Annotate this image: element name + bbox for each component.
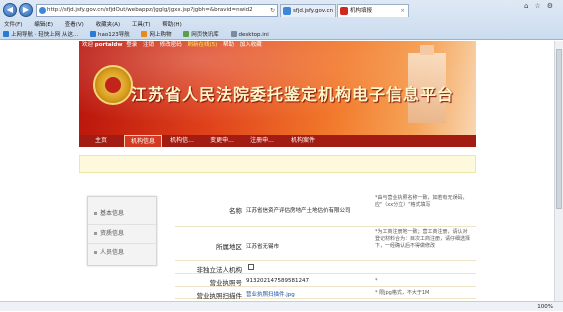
help-link[interactable]: 帮助 <box>223 42 234 48</box>
nav-org-cases[interactable]: 机构案件 <box>284 135 322 147</box>
sidebar-item-label: 人员信息 <box>100 249 125 256</box>
region-value[interactable]: 江苏省无锡市 <box>246 242 279 250</box>
page-icon <box>183 31 190 37</box>
menu-tools[interactable]: 工具(T) <box>132 22 151 28</box>
form-row-name: 名称 江苏省信资产评估房地产土地估价有限公司 *由与营业执照名称一致，如若有无误… <box>175 187 476 227</box>
refresh-online-link[interactable]: 刷新在线(5) <box>187 42 217 48</box>
nav-change-request[interactable]: 变更申... <box>204 135 240 147</box>
menu-view[interactable]: 查看(V) <box>65 22 84 28</box>
nav-home[interactable]: 主页 <box>85 135 117 147</box>
form-row-non-independent: 非独立法人机构 <box>175 261 476 274</box>
non-independent-checkbox[interactable] <box>248 264 254 270</box>
field-hint: *由与营业执照名称一致，如若有无误码，应"（xx分立）"格式填写 <box>375 195 468 208</box>
back-icon[interactable]: ◀ <box>3 3 17 17</box>
name-value[interactable]: 江苏省信资产评估房地产土地估价有限公司 <box>246 206 351 214</box>
status-bar: 100% <box>0 301 563 311</box>
close-tab-icon[interactable]: × <box>400 5 405 17</box>
favorite-item[interactable]: 网页快讯库 <box>183 30 219 40</box>
bullet-icon <box>94 251 97 254</box>
address-url: http://sfjd.jsfy.gov.cn/sfjdOut/webappz/… <box>47 7 253 13</box>
browser-tab-2[interactable]: 机构填报 × <box>337 4 409 17</box>
browser-toolbar: ◀ ▶ http://sfjd.jsfy.gov.cn/sfjdOut/weba… <box>0 0 563 21</box>
basic-info-form: 名称 江苏省信资产评估房地产土地估价有限公司 *由与营业执照名称一致，如若有无误… <box>175 187 476 301</box>
change-password-link[interactable]: 修改密码 <box>160 42 182 48</box>
logout-link[interactable]: 登录 <box>126 42 137 48</box>
field-label: 营业执照扫描件 <box>196 292 243 300</box>
ie-icon <box>39 7 46 14</box>
refresh-icon[interactable]: ↻ <box>270 5 275 16</box>
scrollbar-thumb[interactable] <box>556 49 562 209</box>
form-row-license-scan: 营业执照扫描件 营业执照扫描件.jpg * 限jpg格式，不大于1M <box>175 287 476 300</box>
form-row-region: 所属地区 江苏省无锡市 *为工商注册地一致；营工商注册，请认对登记材料合为：目次… <box>175 227 476 261</box>
menu-favorites[interactable]: 收藏夹(A) <box>96 22 121 28</box>
file-icon <box>230 31 237 37</box>
bullet-icon <box>94 232 97 235</box>
field-label: 非独立法人机构 <box>196 266 243 274</box>
sidebar-item-label: 资质信息 <box>100 230 125 237</box>
browser-chrome: ◀ ▶ http://sfjd.jsfy.gov.cn/sfjdOut/weba… <box>0 0 563 40</box>
favorite-item[interactable]: 网上购物 <box>141 30 172 40</box>
forward-icon[interactable]: ▶ <box>19 3 33 17</box>
favorite-item[interactable]: desktop.ini <box>230 30 269 40</box>
tab-favicon <box>283 7 291 15</box>
form-row-license-no: 营业执照号 913202147589581247 * <box>175 274 476 287</box>
window-controls[interactable]: ⌂☆⚙ <box>524 2 559 10</box>
menu-edit[interactable]: 编辑(E) <box>34 22 53 28</box>
field-label: 营业执照号 <box>209 279 243 287</box>
sidebar-card: 基本信息 资质信息 人员信息 <box>87 196 158 266</box>
page-icon <box>90 31 96 37</box>
tab-favicon <box>340 7 348 15</box>
court-emblem-icon <box>93 65 133 105</box>
sidebar-item-basic-info[interactable]: 基本信息 <box>88 205 158 223</box>
signout-link[interactable]: 注销 <box>143 42 154 48</box>
bullet-icon <box>94 212 97 215</box>
menu-bar: 文件(F) 编辑(E) 查看(V) 收藏夹(A) 工具(T) 帮助(H) <box>0 21 188 30</box>
sidebar-item-personnel[interactable]: 人员信息 <box>88 243 158 261</box>
main-nav: 主页 机构信息 机构信... 变更申... 注册申... 机构案件 <box>79 135 476 147</box>
field-label: 名称 <box>229 207 242 215</box>
page-icon <box>141 31 148 37</box>
menu-help[interactable]: 帮助(H) <box>162 22 181 28</box>
menu-file[interactable]: 文件(F) <box>4 22 22 28</box>
username: portaldw <box>94 42 123 48</box>
sidebar-item-label: 基本信息 <box>100 210 125 217</box>
favorites-bar: 上网导航 · 轻快上网 从这... hao123导航 网上购物 网页快讯库 de… <box>0 30 276 40</box>
favorite-item[interactable]: hao123导航 <box>90 30 130 40</box>
add-favorite-link[interactable]: 加入收藏 <box>240 42 262 48</box>
license-number-value[interactable]: 913202147589581247 <box>246 278 309 284</box>
login-bar: 欢迎 portaldw 登录 注销 修改密码 刷新在线(5) 帮助 加入收藏 <box>79 41 476 50</box>
sidebar-item-qualification[interactable]: 资质信息 <box>88 224 158 242</box>
nav-register-request[interactable]: 注册申... <box>244 135 280 147</box>
site-title: 江苏省人民法院委托鉴定机构电子信息平台 <box>131 85 455 104</box>
nav-org-info[interactable]: 机构信息 <box>124 135 162 147</box>
page-content: 欢迎 portaldw 登录 注销 修改密码 刷新在线(5) 帮助 加入收藏 江… <box>0 41 563 301</box>
sidebar: 基本信息 资质信息 人员信息 <box>79 188 161 266</box>
browser-tab-1[interactable]: sfjd.jsfy.gov.cn <box>280 4 336 17</box>
vertical-scrollbar[interactable] <box>554 41 563 301</box>
field-hint: *为工商注册地一致；营工商注册，请认对登记材料合为：目次工商注册，请仔细选择下，… <box>375 229 471 249</box>
notice-strip <box>79 155 476 173</box>
field-hint: * <box>375 278 378 284</box>
field-label: 所属地区 <box>216 243 242 251</box>
address-bar[interactable]: http://sfjd.jsfy.gov.cn/sfjdOut/webappz/… <box>36 4 278 17</box>
star-icon <box>3 31 9 37</box>
nav-org-info-2[interactable]: 机构信... <box>164 135 200 147</box>
favorite-item[interactable]: 上网导航 · 轻快上网 从这... <box>3 30 78 40</box>
site-banner: 欢迎 portaldw 登录 注销 修改密码 刷新在线(5) 帮助 加入收藏 江… <box>79 41 476 135</box>
field-hint: * 限jpg格式，不大于1M <box>375 290 430 296</box>
welcome-text: 欢迎 <box>82 42 94 48</box>
license-scan-link[interactable]: 营业执照扫描件.jpg <box>246 290 295 298</box>
tab-label: sfjd.jsfy.gov.cn <box>293 8 333 14</box>
tab-label: 机构填报 <box>350 8 373 14</box>
